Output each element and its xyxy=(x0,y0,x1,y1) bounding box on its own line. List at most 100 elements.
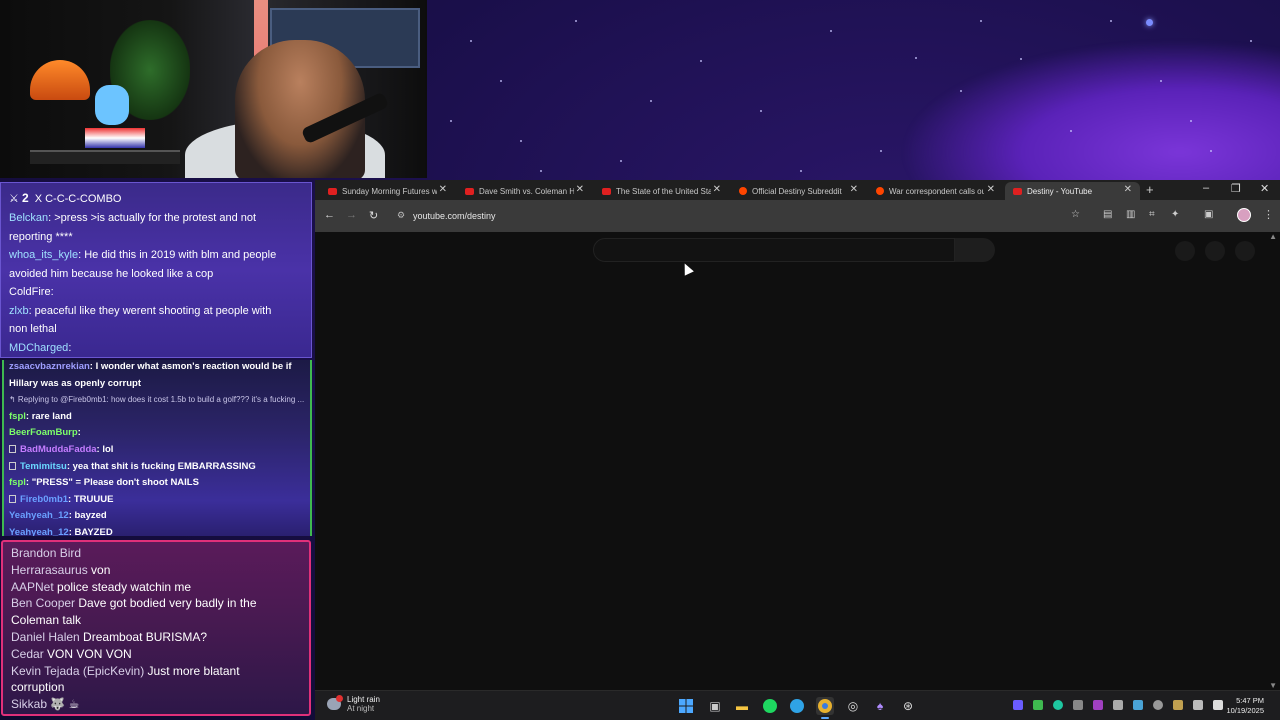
chat-message: Coleman talk xyxy=(11,612,307,628)
app-icon[interactable]: ♠ xyxy=(871,697,889,715)
account-icon[interactable] xyxy=(1235,241,1255,261)
chat-username[interactable]: Yeahyeah_12 xyxy=(9,527,69,536)
chat-message: ColdFire: xyxy=(9,283,309,301)
browser-tab[interactable]: The State of the United Sta ✕ xyxy=(594,182,729,200)
chat-username[interactable]: zlxb xyxy=(9,305,29,317)
extensions-puzzle-icon[interactable]: ✦ xyxy=(1171,209,1179,220)
chat-panel-middle: zsaacvbaznrekian: I wonder what asmon's … xyxy=(2,360,312,536)
chat-username[interactable]: Herrarasaurus xyxy=(11,563,88,577)
steam-icon[interactable]: ⊛ xyxy=(899,697,917,715)
extension-hh-icon[interactable]: ⌗ xyxy=(1149,209,1155,220)
youtube-search-input[interactable] xyxy=(593,238,955,262)
chat-username[interactable]: Temimitsu xyxy=(20,461,67,472)
tray-sync-icon[interactable] xyxy=(1073,700,1083,710)
chat-username[interactable]: BeerFoamBurp xyxy=(9,427,78,438)
chat-username[interactable]: BadMuddaFadda xyxy=(20,444,97,455)
close-tab-icon[interactable]: ✕ xyxy=(987,184,995,195)
youtube-favicon-icon xyxy=(328,187,337,195)
maximize-icon[interactable]: ❐ xyxy=(1231,182,1241,195)
browser-toolbar: ← → ↻ ⚙ youtube.com/destiny ☆ ▤ ▥ ⌗ ✦ ▣ … xyxy=(315,200,1280,232)
chat-username[interactable]: Ben Cooper xyxy=(11,596,75,610)
address-bar[interactable]: ⚙ youtube.com/destiny xyxy=(395,205,1095,227)
volume-icon[interactable] xyxy=(1213,700,1223,710)
chat-text: : lol xyxy=(96,444,114,455)
obs-icon[interactable]: ◎ xyxy=(844,697,862,715)
chat-username[interactable]: MDCharged xyxy=(9,342,68,354)
extension-trash-icon[interactable]: ▥ xyxy=(1126,209,1135,220)
tray-app-icon[interactable] xyxy=(1013,700,1023,710)
browser-tab[interactable]: Dave Smith vs. Coleman Hu ✕ xyxy=(457,182,592,200)
chat-text: : "PRESS" = Please don't shoot NAILS xyxy=(25,477,199,489)
chat-username[interactable]: zsaacvbaznrekian xyxy=(9,361,90,372)
tray-onenote-icon[interactable] xyxy=(1093,700,1103,710)
tray-drive-icon[interactable] xyxy=(1173,700,1183,710)
edge-icon[interactable] xyxy=(788,697,806,715)
star xyxy=(830,30,832,32)
chat-username[interactable]: Fireb0mb1 xyxy=(20,494,68,505)
close-tab-icon[interactable]: ✕ xyxy=(1124,184,1132,195)
browser-tab[interactable]: Official Destiny Subreddit ✕ xyxy=(731,182,866,200)
close-tab-icon[interactable]: ✕ xyxy=(850,184,858,195)
chat-username[interactable]: fspl xyxy=(9,477,26,488)
chat-username[interactable]: ColdFire xyxy=(9,286,51,298)
chat-username[interactable]: AAPNet xyxy=(11,580,54,594)
chat-username[interactable]: Daniel Halen xyxy=(11,630,80,644)
tray-display-icon[interactable] xyxy=(1193,700,1203,710)
chat-message: fspl: "PRESS" = Please don't shoot NAILS xyxy=(9,477,310,489)
scroll-up-icon[interactable]: ▲ xyxy=(1269,232,1277,241)
profile-avatar[interactable] xyxy=(1237,208,1251,222)
close-tab-icon[interactable]: ✕ xyxy=(439,184,447,195)
youtube-search-button[interactable] xyxy=(955,238,995,262)
new-tab-button[interactable]: + xyxy=(1146,182,1154,197)
file-explorer-icon[interactable]: ▬ xyxy=(733,697,751,715)
browser-tab[interactable]: Destiny - YouTube ✕ xyxy=(1005,182,1140,200)
close-tab-icon[interactable]: ✕ xyxy=(713,184,721,195)
chat-text: Dreamboat BURISMA? xyxy=(79,630,208,644)
chat-username[interactable]: Sikkab xyxy=(11,697,47,711)
chat-text: 🐺 ☕ xyxy=(47,697,80,712)
chat-username[interactable]: whoa_its_kyle xyxy=(9,249,78,261)
chrome-icon[interactable] xyxy=(816,697,834,719)
chat-username[interactable]: Brandon Bird xyxy=(11,546,81,560)
weather-widget[interactable]: Light rain At night xyxy=(327,695,380,713)
reload-icon[interactable]: ↻ xyxy=(369,209,378,222)
chat-text: non lethal xyxy=(9,323,57,335)
chat-message: Kevin Tejada (EpicKevin) Just more blata… xyxy=(11,663,307,679)
chat-message: BadMuddaFadda: lol xyxy=(9,444,310,455)
chat-message: fspl: rare land xyxy=(9,411,310,422)
minimize-icon[interactable]: – xyxy=(1203,182,1209,194)
chat-username[interactable]: Belckan xyxy=(9,212,48,224)
notifications-icon[interactable] xyxy=(1205,241,1225,261)
chat-message: Temimitsu: yea that shit is fucking EMBA… xyxy=(9,461,310,472)
back-icon[interactable]: ← xyxy=(324,209,335,221)
star xyxy=(1020,58,1022,60)
close-window-icon[interactable]: ✕ xyxy=(1260,182,1269,195)
star xyxy=(520,140,522,142)
bookmark-star-icon[interactable]: ☆ xyxy=(1071,209,1080,220)
task-view-icon[interactable]: ▣ xyxy=(706,697,724,715)
cast-icon[interactable]: ▣ xyxy=(1204,209,1213,220)
lamp xyxy=(30,60,90,100)
chat-message: Daniel Halen Dreamboat BURISMA? xyxy=(11,629,307,645)
site-info-icon[interactable]: ⚙ xyxy=(397,210,405,221)
windows-start-icon[interactable] xyxy=(677,697,695,715)
chat-username[interactable]: Yeahyeah_12 xyxy=(9,510,69,521)
close-tab-icon[interactable]: ✕ xyxy=(576,184,584,195)
tray-circle-icon[interactable] xyxy=(1053,700,1063,710)
create-icon[interactable] xyxy=(1175,241,1195,261)
extension-doc-icon[interactable]: ▤ xyxy=(1103,209,1112,220)
browser-tab[interactable]: Sunday Morning Futures wi ✕ xyxy=(320,182,455,200)
browser-tab[interactable]: War correspondent calls ou ✕ xyxy=(868,182,1003,200)
spotify-icon[interactable] xyxy=(761,697,779,715)
chat-username[interactable]: Kevin Tejada (EpicKevin) xyxy=(11,664,144,678)
chat-username[interactable]: fspl xyxy=(9,411,26,422)
forward-icon[interactable]: → xyxy=(346,209,357,221)
tray-bluetooth-icon[interactable] xyxy=(1133,700,1143,710)
clock[interactable]: 5:47 PM 10/19/2025 xyxy=(1226,696,1264,716)
chat-username[interactable]: Cedar xyxy=(11,647,44,661)
tray-settings-icon[interactable] xyxy=(1153,700,1163,710)
menu-dots-icon[interactable]: ⋮ xyxy=(1263,208,1274,221)
tray-nvidia-icon[interactable] xyxy=(1033,700,1043,710)
scroll-down-icon[interactable]: ▼ xyxy=(1269,681,1277,690)
tray-steam-icon[interactable] xyxy=(1113,700,1123,710)
